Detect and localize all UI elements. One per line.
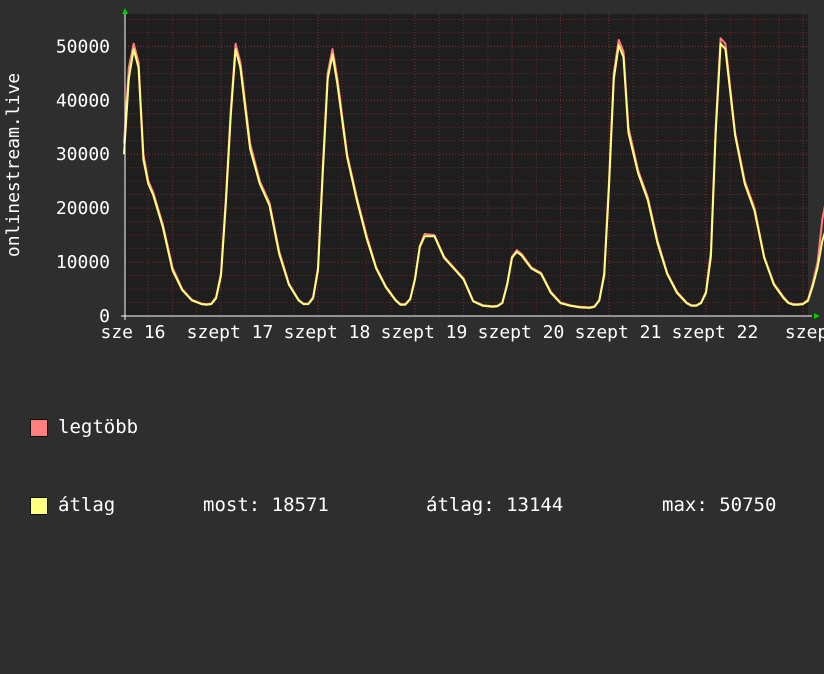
y-tick-label: 50000 [56,36,110,57]
x-axis-arrow-icon [814,313,820,319]
legend-row-avg: átlag most: 18571 átlag: 13144 max: 5075… [30,492,810,518]
legend-label-max: legtöbb [58,416,139,438]
x-tick-label: szept 22 [672,322,759,343]
legend-label-avg: átlag [58,494,116,516]
y-tick-label: 10000 [56,252,110,273]
y-tick-labels: 01000020000300004000050000 [56,36,110,327]
x-tick-label: sze 16 [100,322,165,343]
legend-stat-max: max: 50750 [662,494,777,516]
legend: legtöbb átlag most: 18571 átlag: 13144 m… [30,362,810,544]
legend-swatch-max [30,419,48,437]
legend-swatch-avg [30,497,48,515]
y-tick-label: 20000 [56,198,110,219]
legend-row-max: legtöbb [30,414,810,440]
y-tick-label: 40000 [56,90,110,111]
legend-stat-average: átlag: 13144 [426,494,564,516]
x-tick-label: szept 21 [575,322,662,343]
x-tick-label: szept 17 [187,322,274,343]
x-tick-label: szept 20 [478,322,565,343]
legend-stat-now: most: 18571 [203,494,329,516]
x-tick-label: szept [785,322,824,343]
y-axis-arrow-icon [122,8,128,14]
x-tick-labels: sze 16 szept 17 szept 18 szept 19 szept 20 sz… [100,322,824,343]
y-axis-label: onlinestream.live [3,73,24,257]
x-tick-label: szept 18 [284,322,371,343]
x-tick-label: szept 19 [381,322,468,343]
y-tick-label: 30000 [56,144,110,165]
